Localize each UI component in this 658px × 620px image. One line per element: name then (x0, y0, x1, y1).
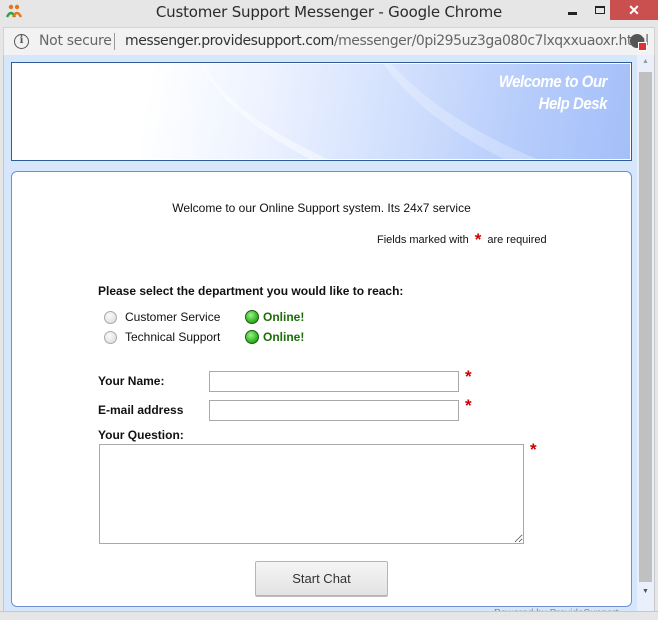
url-host: messenger.providesupport.com (125, 33, 334, 49)
window-bottom-border (0, 611, 658, 620)
required-fields-note: Fields marked with * are required (377, 230, 547, 250)
required-star-icon: * (530, 440, 537, 459)
vertical-scrollbar[interactable]: ▲ ▼ (637, 55, 654, 611)
department-radio[interactable] (104, 330, 117, 344)
required-note-prefix: Fields marked with (377, 234, 469, 246)
email-label: E-mail address (98, 403, 184, 417)
close-icon: ✕ (628, 1, 640, 18)
minimize-button[interactable] (558, 0, 586, 20)
required-star-icon: * (465, 367, 472, 386)
scroll-up-arrow-icon[interactable]: ▲ (637, 57, 654, 67)
info-icon[interactable]: i (14, 34, 29, 49)
required-star-icon: * (474, 230, 482, 249)
banner-title: Welcome to Our Help Desk (498, 71, 608, 115)
cookie-blocked-icon[interactable] (630, 34, 647, 51)
scroll-down-arrow-icon[interactable]: ▼ (637, 587, 654, 597)
address-divider (114, 33, 115, 50)
department-status: Online! (263, 310, 305, 324)
scroll-thumb[interactable] (639, 72, 652, 582)
question-label: Your Question: (98, 428, 184, 442)
department-name[interactable]: Technical Support (125, 330, 245, 344)
required-star-icon: * (465, 396, 472, 415)
help-desk-banner: Welcome to Our Help Desk (11, 62, 632, 161)
close-button[interactable]: ✕ (610, 0, 658, 20)
security-status[interactable]: Not secure (39, 33, 112, 49)
welcome-message: Welcome to our Online Support system. It… (172, 201, 471, 215)
department-option-technical-support[interactable]: Technical Support Online! (104, 328, 304, 346)
window-titlebar: Customer Support Messenger - Google Chro… (0, 0, 658, 26)
pre-chat-form: Welcome to our Online Support system. It… (11, 171, 632, 607)
banner-title-line1: Welcome to Our (498, 72, 608, 91)
url-path: /messenger/0pi295uz3ga080c7lxqxxuaoxr.ht… (333, 33, 649, 49)
department-status: Online! (263, 330, 305, 344)
page-viewport: Welcome to Our Help Desk Welcome to our … (3, 55, 655, 611)
name-input[interactable] (209, 371, 459, 392)
department-name[interactable]: Customer Service (125, 310, 245, 324)
banner-title-line2: Help Desk (538, 94, 608, 113)
name-label: Your Name: (98, 374, 165, 388)
online-status-icon (245, 330, 259, 344)
question-textarea[interactable] (99, 444, 524, 544)
start-chat-button[interactable]: Start Chat (255, 561, 388, 596)
online-status-icon (245, 310, 259, 324)
required-note-suffix: are required (487, 234, 547, 246)
department-option-customer-service[interactable]: Customer Service Online! (104, 308, 304, 326)
url-text[interactable]: messenger.providesupport.com/messenger/0… (125, 33, 649, 49)
address-bar[interactable]: i Not secure messenger.providesupport.co… (3, 27, 655, 55)
maximize-icon (595, 6, 605, 14)
department-radio[interactable] (104, 310, 117, 324)
email-input[interactable] (209, 400, 459, 421)
minimize-icon (567, 11, 577, 15)
department-prompt: Please select the department you would l… (98, 284, 404, 298)
